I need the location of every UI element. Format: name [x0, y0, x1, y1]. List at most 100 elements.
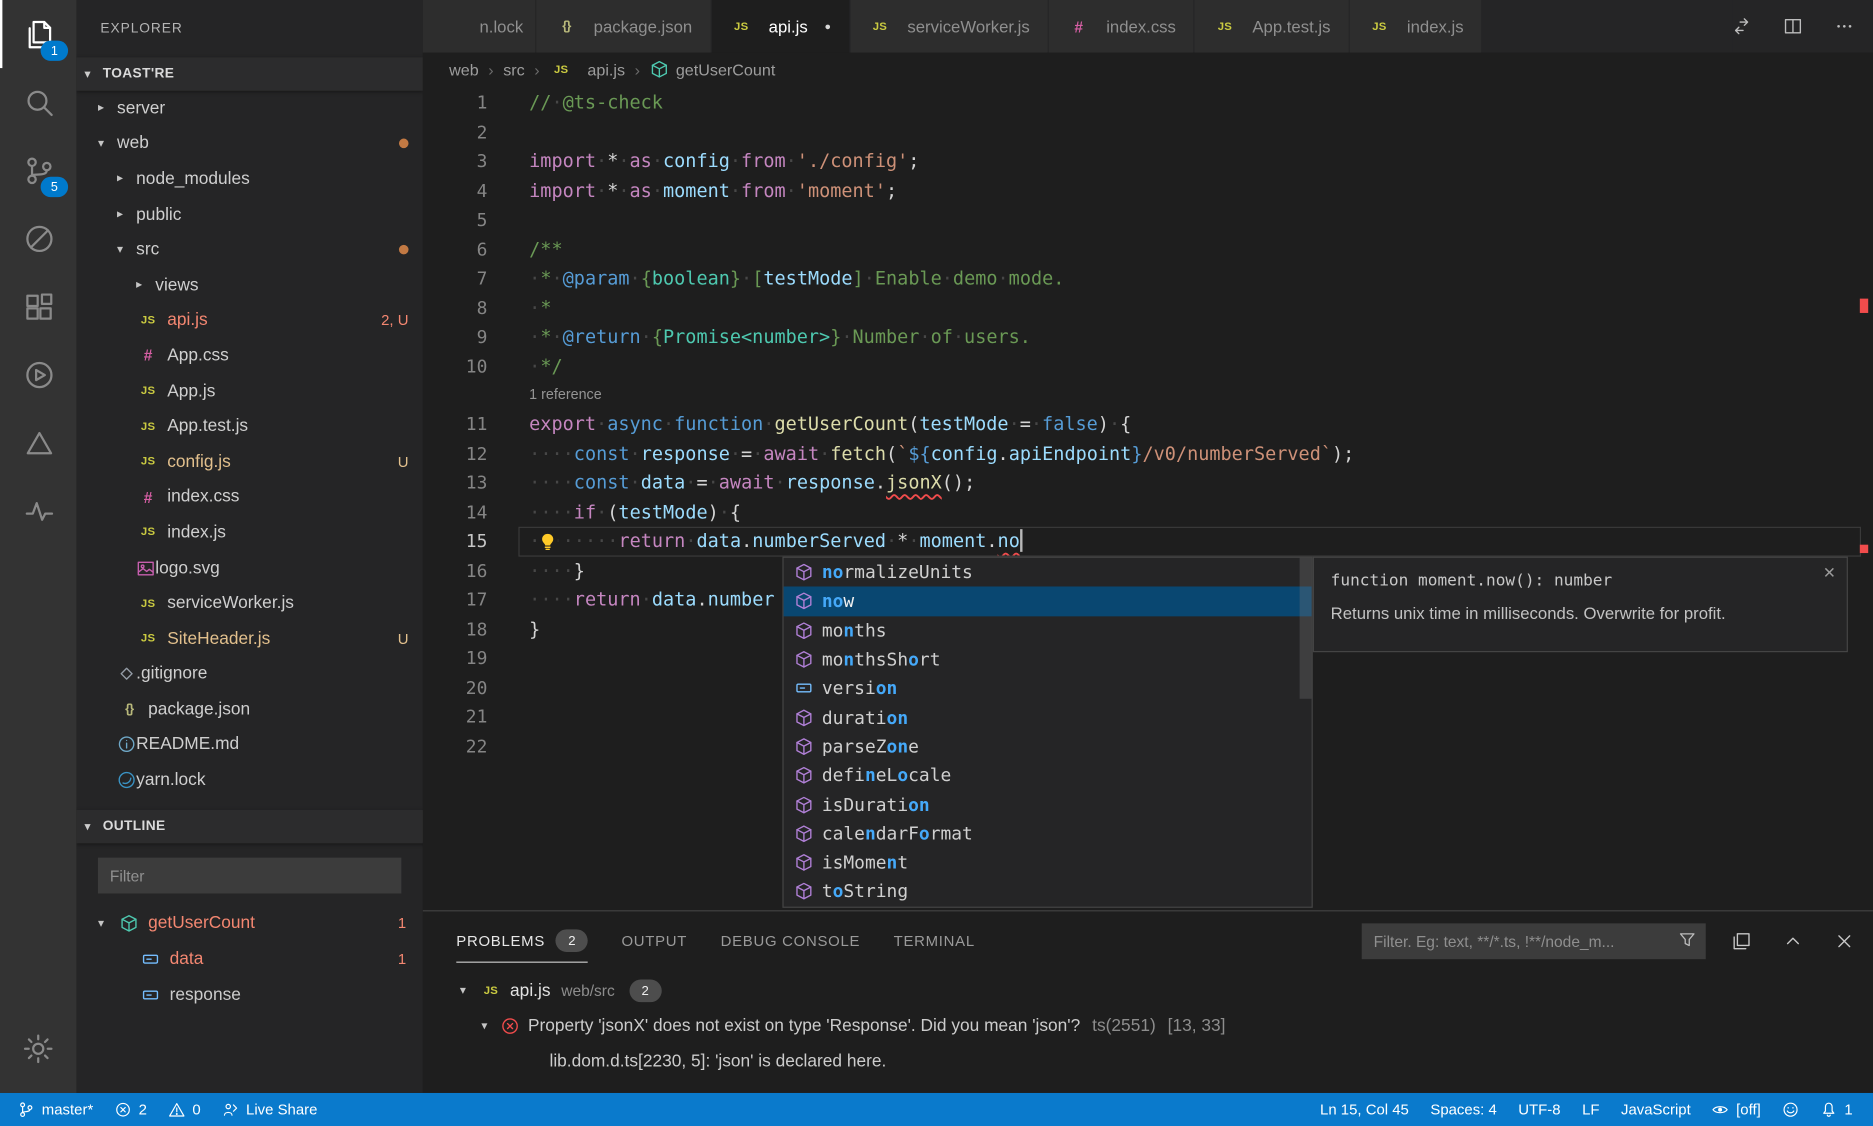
- tab-index-js[interactable]: JSindex.js: [1350, 0, 1482, 53]
- more-actions-icon[interactable]: [1835, 17, 1854, 36]
- file-item-config-js[interactable]: JSconfig.jsU: [76, 444, 422, 479]
- suggestion-monthsShort[interactable]: monthsShort: [784, 645, 1312, 674]
- status-encoding[interactable]: UTF-8: [1508, 1093, 1572, 1126]
- problem-related-info[interactable]: lib.dom.d.ts[2230, 5]: 'json' is declare…: [423, 1044, 1873, 1079]
- file-item-serviceworker-js[interactable]: JSserviceWorker.js: [76, 586, 422, 621]
- code-line-5[interactable]: 5: [423, 205, 1873, 234]
- breadcrumb-item-web[interactable]: web: [449, 60, 479, 78]
- file-item-index-js[interactable]: JSindex.js: [76, 515, 422, 550]
- close-icon[interactable]: ✕: [1823, 564, 1836, 583]
- problems-file-group[interactable]: ▾JSapi.jsweb/src2: [423, 974, 1873, 1009]
- outline-item-data[interactable]: data1: [76, 941, 422, 977]
- file-item-app-css[interactable]: #App.css: [76, 338, 422, 373]
- file-item-app-js[interactable]: JSApp.js: [76, 374, 422, 409]
- breadcrumb-item-src[interactable]: src: [503, 60, 525, 78]
- close-panel-icon[interactable]: [1835, 932, 1854, 951]
- status-notifications[interactable]: 1: [1810, 1093, 1864, 1126]
- status-live-share[interactable]: Live Share: [211, 1093, 328, 1126]
- code-line-8[interactable]: 8·*: [423, 293, 1873, 322]
- code-line-10[interactable]: 10·*/: [423, 352, 1873, 381]
- suggestion-calendarFormat[interactable]: calendarFormat: [784, 819, 1312, 848]
- activity-item-source-control[interactable]: 5: [0, 136, 76, 204]
- suggestion-isMoment[interactable]: isMoment: [784, 848, 1312, 877]
- suggestion-defineLocale[interactable]: defineLocale: [784, 761, 1312, 790]
- split-editor-icon[interactable]: [1783, 17, 1802, 36]
- file-item-yarn-lock[interactable]: yarn.lock: [76, 762, 422, 797]
- code-line-11[interactable]: 11export·async·function·getUserCount(tes…: [423, 410, 1873, 439]
- code-line-2[interactable]: 2: [423, 118, 1873, 147]
- activity-item-search[interactable]: [0, 68, 76, 136]
- folder-item-server[interactable]: ▸server: [76, 91, 422, 126]
- status-git-branch[interactable]: master*: [7, 1093, 104, 1126]
- code-line-14[interactable]: 14····if·(testMode)·{: [423, 498, 1873, 527]
- open-in-editor-icon[interactable]: [1732, 932, 1751, 951]
- tab-api-js[interactable]: JSapi.js●: [711, 0, 849, 53]
- status-eol[interactable]: LF: [1571, 1093, 1610, 1126]
- tab-app-test-js[interactable]: JSApp.test.js: [1195, 0, 1348, 53]
- outline-item-getusercount[interactable]: ▾getUserCount1: [76, 905, 422, 941]
- tab-package-json[interactable]: {}package.json: [536, 0, 710, 53]
- tab-index-css[interactable]: #index.css: [1049, 0, 1194, 53]
- outline-filter-input[interactable]: [108, 865, 392, 885]
- suggestion-version[interactable]: version: [784, 674, 1312, 703]
- compare-changes-icon[interactable]: [1732, 17, 1751, 36]
- status-indentation[interactable]: Spaces: 4: [1420, 1093, 1508, 1126]
- section-header-outline[interactable]: ▾ OUTLINE: [76, 810, 422, 843]
- folder-item-public[interactable]: ▸public: [76, 197, 422, 232]
- lightbulb-icon[interactable]: [538, 532, 558, 552]
- file-item-readme-md[interactable]: README.md: [76, 727, 422, 762]
- activity-item-live-share[interactable]: [0, 340, 76, 408]
- folder-item-views[interactable]: ▸views: [76, 268, 422, 303]
- maximize-panel-icon[interactable]: [1783, 932, 1802, 951]
- suggestion-normalizeUnits[interactable]: normalizeUnits: [784, 558, 1312, 587]
- file-item--gitignore[interactable]: .gitignore: [76, 656, 422, 691]
- settings-gear[interactable]: [0, 1019, 76, 1079]
- panel-tab-terminal[interactable]: TERMINAL: [894, 920, 975, 962]
- file-item-index-css[interactable]: #index.css: [76, 480, 422, 515]
- status-problems-warnings[interactable]: 0: [158, 1093, 212, 1126]
- suggestion-isDuration[interactable]: isDuration: [784, 790, 1312, 819]
- panel-tab-output[interactable]: OUTPUT: [621, 920, 687, 962]
- code-line-13[interactable]: 13····const·data·=·await·response.jsonX(…: [423, 468, 1873, 497]
- file-item-siteheader-js[interactable]: JSSiteHeader.jsU: [76, 621, 422, 656]
- activity-item-extensions[interactable]: [0, 272, 76, 340]
- activity-item-insights[interactable]: [0, 477, 76, 545]
- panel-tab-debug-console[interactable]: DEBUG CONSOLE: [721, 920, 861, 962]
- funnel-icon[interactable]: [1678, 931, 1696, 949]
- activity-item-explorer[interactable]: 1: [0, 0, 76, 68]
- suggestion-parseZone[interactable]: parseZone: [784, 732, 1312, 761]
- breadcrumb-item-getusercount[interactable]: getUserCount: [650, 60, 776, 79]
- panel-tab-problems[interactable]: PROBLEMS2: [456, 920, 588, 962]
- problem-item[interactable]: ▾Property 'jsonX' does not exist on type…: [423, 1009, 1873, 1044]
- activity-item-deploy[interactable]: [0, 409, 76, 477]
- status-feedback[interactable]: [1771, 1093, 1809, 1126]
- code-line-3[interactable]: 3import·*·as·config·from·'./config';: [423, 147, 1873, 176]
- filter-icon[interactable]: [1678, 931, 1696, 953]
- code-line-4[interactable]: 4import·*·as·moment·from·'moment';: [423, 176, 1873, 205]
- section-header-project[interactable]: ▾ TOAST'RE: [76, 57, 422, 90]
- breadcrumb-item-api-js[interactable]: JSapi.js: [549, 60, 625, 78]
- problems-filter-input[interactable]: [1371, 931, 1671, 951]
- file-item-package-json[interactable]: {}package.json: [76, 692, 422, 727]
- code-line-7[interactable]: 7·*·@param·{boolean}·[testMode]·Enable·d…: [423, 264, 1873, 293]
- status-language-mode[interactable]: JavaScript: [1610, 1093, 1701, 1126]
- code-line-12[interactable]: 12····const·response·=·await·fetch(`${co…: [423, 439, 1873, 468]
- code-line-15[interactable]: 15········return·data.numberServed·*·mom…: [423, 527, 1873, 556]
- folder-item-web[interactable]: ▾web: [76, 126, 422, 161]
- suggestion-now[interactable]: now: [784, 587, 1312, 616]
- codelens-references[interactable]: 1 reference: [529, 386, 602, 403]
- code-line-1[interactable]: 1//·@ts-check: [423, 88, 1873, 117]
- file-item-logo-svg[interactable]: logo.svg: [76, 550, 422, 585]
- suggest-scrollbar[interactable]: [1300, 558, 1312, 699]
- folder-item-node-modules[interactable]: ▸node_modules: [76, 161, 422, 196]
- file-item-app-test-js[interactable]: JSApp.test.js: [76, 409, 422, 444]
- status-problems-errors[interactable]: 2: [104, 1093, 158, 1126]
- suggestion-months[interactable]: months: [784, 616, 1312, 645]
- suggestion-toString[interactable]: toString: [784, 877, 1312, 906]
- suggestion-duration[interactable]: duration: [784, 703, 1312, 732]
- folder-item-src[interactable]: ▾src: [76, 232, 422, 267]
- status-cursor-position[interactable]: Ln 15, Col 45: [1309, 1093, 1419, 1126]
- code-line-6[interactable]: 6/**: [423, 235, 1873, 264]
- tab-serviceworker-js[interactable]: JSserviceWorker.js: [850, 0, 1048, 53]
- outline-item-response[interactable]: response: [76, 977, 422, 1013]
